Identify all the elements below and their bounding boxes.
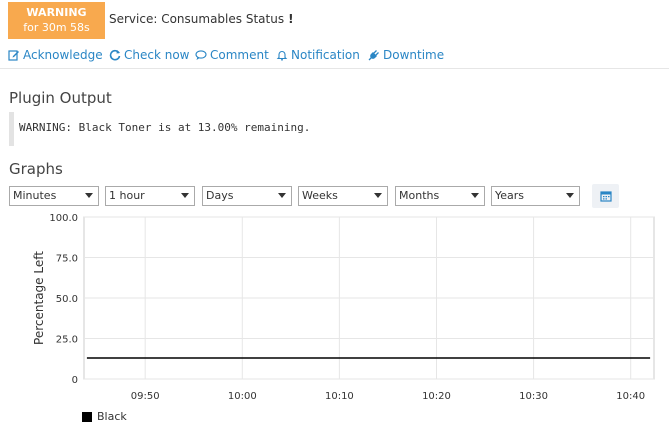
chevron-down-icon [374,193,382,198]
service-flag-icon: ! [288,12,294,26]
action-bar: Acknowledge Check now Comment Notificati… [8,48,668,68]
calendar-button[interactable] [592,184,619,208]
y-tick-label: 50.0 [56,294,78,305]
legend-swatch-black [82,411,92,422]
refresh-icon [109,49,121,61]
y-tick-label: 0 [72,375,78,386]
acknowledge-button[interactable]: Acknowledge [8,48,103,62]
chevron-down-icon [471,193,479,198]
months-select[interactable]: Months [395,186,485,206]
plugin-output-box: WARNING: Black Toner is at 13.00% remain… [9,112,659,146]
status-badge: WARNING for 30m 58s [8,2,105,39]
x-tick-label: 10:20 [422,391,451,402]
downtime-button[interactable]: Downtime [368,48,444,62]
divider [0,68,669,69]
x-tick-label: 10:10 [325,391,354,402]
hour-select-value: 1 hour [109,189,145,202]
chevron-down-icon [566,193,574,198]
plugin-output-heading: Plugin Output [9,89,112,107]
y-tick-label: 100.0 [49,213,78,224]
weeks-select[interactable]: Weeks [298,186,388,206]
y-tick-label: 25.0 [56,335,78,346]
notification-button[interactable]: Notification [276,48,360,62]
hour-select[interactable]: 1 hour [105,186,195,206]
weeks-select-value: Weeks [302,189,338,202]
service-label: Service: Consumables Status [109,12,285,26]
status-state: WARNING [26,6,87,19]
downtime-label: Downtime [383,48,445,62]
legend-label-black: Black [97,410,127,423]
percentage-left-chart: 100.0 75.0 50.0 25.0 0 09:50 10:00 10:10 10:20 10… [32,213,655,402]
plug-icon [368,50,379,61]
x-tick-label: 10:00 [228,391,257,402]
acknowledge-label: Acknowledge [23,48,103,62]
bell-icon [276,51,288,61]
chart-legend: Black [82,410,127,423]
check-now-label: Check now [124,48,190,62]
graph-range-selects: Minutes 1 hour Days Weeks Months Years [9,186,669,207]
chevron-down-icon [181,193,189,198]
x-tick-label: 10:40 [616,391,645,402]
graphs-heading: Graphs [9,160,63,178]
service-title: Service: Consumables Status! [109,12,294,26]
notification-label: Notification [291,48,360,62]
check-now-button[interactable]: Check now [109,48,190,62]
calendar-icon [599,191,612,202]
days-select[interactable]: Days [202,186,292,206]
minutes-select[interactable]: Minutes [9,186,99,206]
days-select-value: Days [206,189,234,202]
status-duration: for 30m 58s [23,21,90,34]
years-select[interactable]: Years [491,186,580,206]
months-select-value: Months [399,189,440,202]
plugin-output-text: WARNING: Black Toner is at 13.00% remain… [19,121,311,134]
comment-icon [195,50,207,60]
edit-icon [8,50,19,61]
years-select-value: Years [495,189,525,202]
chevron-down-icon [278,193,286,198]
x-tick-label: 10:30 [519,391,548,402]
y-axis-label: Percentage Left [32,251,46,345]
comment-button[interactable]: Comment [195,48,269,62]
chevron-down-icon [85,193,93,198]
comment-label: Comment [210,48,269,62]
x-tick-label: 09:50 [131,391,160,402]
status-header: WARNING for 30m 58s Service: Consumables… [0,0,669,41]
y-tick-label: 75.0 [56,254,78,265]
minutes-select-value: Minutes [13,189,57,202]
